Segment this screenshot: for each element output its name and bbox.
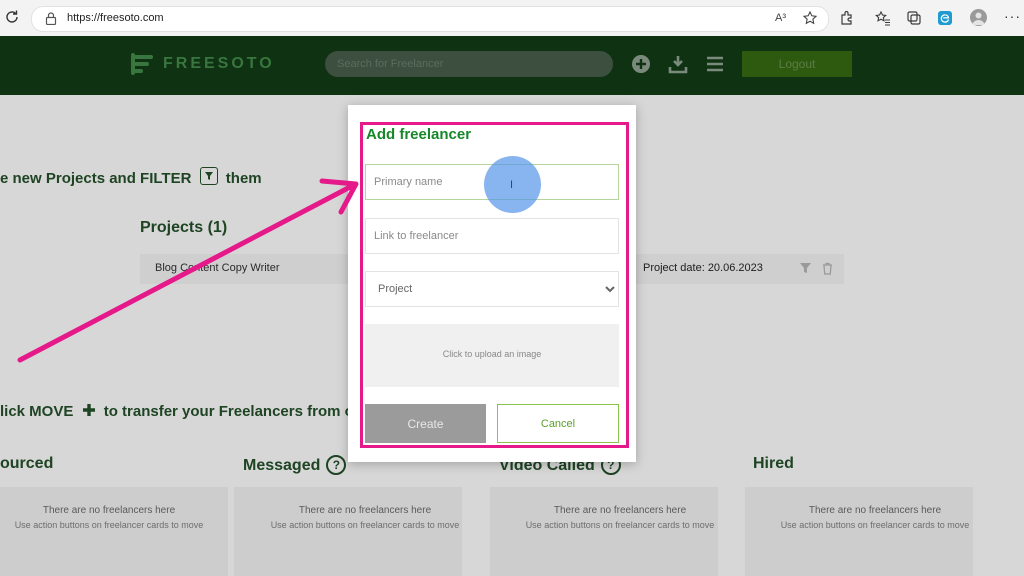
empty-state-title: There are no freelancers here <box>808 505 942 516</box>
project-date: Project date: 20.06.2023 <box>643 262 763 274</box>
empty-state-subtitle: Use action buttons on freelancer cards t… <box>270 520 460 530</box>
column-messaged <box>234 487 462 576</box>
filter-icon <box>199 167 218 185</box>
menu-hamburger-icon[interactable] <box>705 54 725 74</box>
column-title-sourced: ourced <box>0 455 54 472</box>
address-bar[interactable]: https://freesoto.com A³ <box>31 6 829 32</box>
add-circle-icon[interactable] <box>631 54 651 74</box>
favorite-star-icon[interactable] <box>803 11 817 25</box>
empty-state-title: There are no freelancers here <box>42 505 176 516</box>
column-title-text: Messaged <box>243 457 321 474</box>
browser-toolbar: https://freesoto.com A³ ··· <box>0 0 1024 37</box>
favorites-icon[interactable] <box>875 10 891 26</box>
download-icon[interactable] <box>668 54 688 74</box>
create-button[interactable]: Create <box>365 404 486 443</box>
profile-avatar-icon[interactable] <box>970 9 987 26</box>
filter-icon[interactable] <box>799 262 812 275</box>
help-icon[interactable]: ? <box>326 455 347 475</box>
search-freelancer-input[interactable] <box>325 51 613 77</box>
column-sourced <box>0 487 228 576</box>
read-aloud-icon[interactable]: A³ <box>775 12 786 24</box>
edge-extension-icon[interactable] <box>937 10 953 26</box>
move-plus-icon <box>82 404 95 416</box>
move-instruction-prefix: lick MOVE <box>0 403 74 420</box>
logo-text: FREESOTO <box>163 55 275 72</box>
more-options-icon[interactable]: ··· <box>1004 8 1021 24</box>
column-title-messaged: Messaged? <box>243 455 347 475</box>
empty-state-title: There are no freelancers here <box>298 505 432 516</box>
collections-icon[interactable] <box>906 10 922 26</box>
move-instruction: lick MOVE to transfer your Freelancers f… <box>0 403 354 420</box>
upload-text: Click to upload an image <box>442 349 542 359</box>
trash-icon[interactable] <box>821 262 834 275</box>
move-instruction-suffix: to transfer your Freelancers from o <box>103 403 354 420</box>
image-upload-area[interactable]: Click to upload an image <box>365 324 619 387</box>
link-to-freelancer-input[interactable] <box>365 218 619 254</box>
url-text[interactable]: https://freesoto.com <box>67 12 164 24</box>
empty-state-subtitle: Use action buttons on freelancer cards t… <box>525 520 715 530</box>
project-select[interactable]: Project <box>365 271 619 307</box>
instruction-suffix: them <box>225 170 262 187</box>
column-title-hired: Hired <box>753 455 794 472</box>
empty-state-title: There are no freelancers here <box>553 505 687 516</box>
reload-icon[interactable] <box>4 9 20 25</box>
primary-name-input[interactable] <box>365 164 619 200</box>
column-video-called <box>490 487 718 576</box>
projects-heading: Projects (1) <box>140 219 228 236</box>
projects-instruction: e new Projects and FILTER them <box>0 167 262 187</box>
lock-icon <box>45 12 57 25</box>
instruction-prefix: e new Projects and FILTER <box>0 170 192 187</box>
project-name: Blog Content Copy Writer <box>155 262 280 274</box>
logo-mark-icon <box>131 53 153 75</box>
empty-state-subtitle: Use action buttons on freelancer cards t… <box>14 520 204 530</box>
app-header: FREESOTO Logout <box>0 36 1024 95</box>
cancel-button[interactable]: Cancel <box>497 404 619 443</box>
modal-title: Add freelancer <box>366 126 472 143</box>
column-hired <box>745 487 973 576</box>
empty-state-subtitle: Use action buttons on freelancer cards t… <box>780 520 970 530</box>
logout-button[interactable]: Logout <box>742 51 852 77</box>
freesoto-logo[interactable]: FREESOTO <box>131 53 275 75</box>
extensions-icon[interactable] <box>839 10 855 26</box>
